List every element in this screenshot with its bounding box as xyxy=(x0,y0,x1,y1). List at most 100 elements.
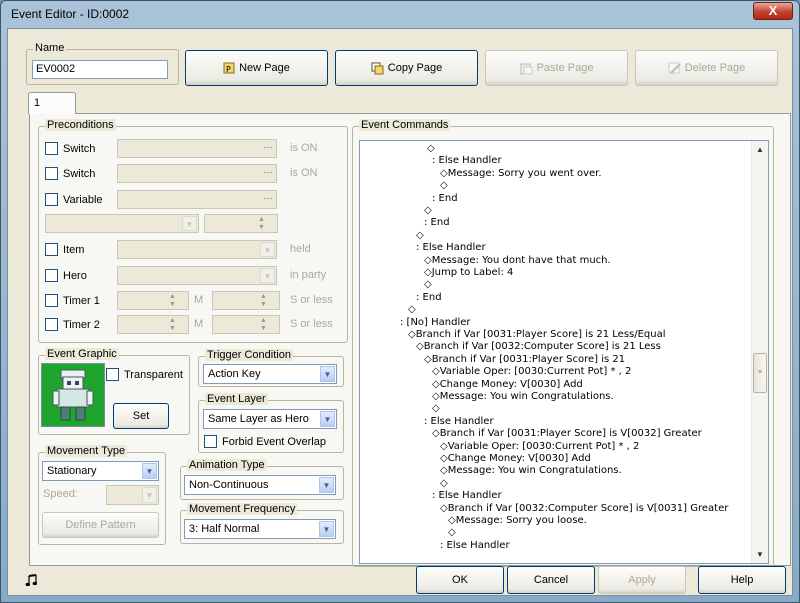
copy-page-button[interactable]: Copy Page xyxy=(335,50,478,86)
variable-compare-select[interactable]: ▼ xyxy=(45,214,199,233)
timer2-checkbox[interactable]: Timer 2 xyxy=(45,318,100,331)
item-select[interactable]: ▼ xyxy=(117,240,277,259)
event-commands-list[interactable]: ◇: Else Handler ◇Message: Sorry you went … xyxy=(359,140,769,564)
command-line[interactable]: ◇Branch if Var [0031:Player Score] is 21 xyxy=(424,354,625,366)
help-button[interactable]: Help xyxy=(698,566,786,594)
delete-page-button[interactable]: Delete Page xyxy=(635,50,778,86)
event-sprite-preview[interactable] xyxy=(41,363,105,427)
event-name-input[interactable]: EV0002 xyxy=(32,60,168,79)
command-line[interactable]: ◇Message: You win Congratulations. xyxy=(440,465,622,477)
command-line[interactable]: ◇Message: You dont have that much. xyxy=(424,255,611,267)
command-line[interactable]: : [No] Handler xyxy=(400,317,471,329)
event-editor-window: Event Editor - ID:0002 X Name EV0002 P N… xyxy=(0,0,800,603)
spinner-icon[interactable]: ▲ ▼ xyxy=(258,293,269,308)
switch1-checkbox[interactable]: Switch xyxy=(45,142,95,155)
timer1-checkbox[interactable]: Timer 1 xyxy=(45,294,100,307)
command-line[interactable]: ◇Message: You win Congratulations. xyxy=(432,391,614,403)
command-line[interactable]: ◇Branch if Var [0031:Player Score] is V[… xyxy=(432,428,702,440)
title-bar[interactable]: Event Editor - ID:0002 X xyxy=(1,1,799,27)
spinner-icon[interactable]: ▲ ▼ xyxy=(167,317,178,332)
timer2-seconds[interactable]: ▲ ▼ xyxy=(212,315,280,334)
command-line[interactable]: ◇ xyxy=(432,403,440,415)
command-line[interactable]: ◇Branch if Var [0032:Computer Score] is … xyxy=(416,341,661,353)
command-line[interactable]: ◇ xyxy=(408,304,416,316)
movement-type-select[interactable]: Stationary ▼ xyxy=(42,461,159,481)
speed-label: Speed: xyxy=(43,488,78,500)
name-label: Name xyxy=(33,42,67,54)
command-line[interactable]: ◇ xyxy=(424,205,432,217)
trigger-condition-select[interactable]: Action Key ▼ xyxy=(203,364,337,384)
command-line[interactable]: ◇Variable Oper: [0030:Current Pot] * , 2 xyxy=(440,441,639,453)
movement-frequency-select[interactable]: 3: Half Normal ▼ xyxy=(184,519,336,539)
hero-select[interactable]: ▼ xyxy=(117,266,277,285)
item-label: Item xyxy=(63,243,85,256)
new-page-button[interactable]: P New Page xyxy=(185,50,328,86)
set-graphic-button[interactable]: Set xyxy=(113,403,169,429)
music-note-icon[interactable] xyxy=(25,574,39,588)
chevron-down-icon: ▼ xyxy=(320,366,335,382)
event-graphic-label: Event Graphic xyxy=(45,348,119,360)
checkbox-box xyxy=(45,269,58,282)
spinner-icon[interactable]: ▲ ▼ xyxy=(258,317,269,332)
timer2-minutes[interactable]: ▲ ▼ xyxy=(117,315,189,334)
command-line[interactable]: ◇Branch if Var [0032:Computer Score] is … xyxy=(440,503,728,515)
command-line[interactable]: ◇ xyxy=(440,180,448,192)
variable-field[interactable]: ··· xyxy=(117,190,277,209)
command-line[interactable]: : End xyxy=(416,292,442,304)
item-checkbox[interactable]: Item xyxy=(45,243,84,256)
command-line[interactable]: : Else Handler xyxy=(432,155,502,167)
command-line[interactable]: ◇ xyxy=(427,143,435,155)
command-line[interactable]: : Else Handler xyxy=(432,490,502,502)
event-layer-select[interactable]: Same Layer as Hero ▼ xyxy=(203,409,337,429)
variable-checkbox[interactable]: Variable xyxy=(45,193,103,206)
command-line[interactable]: : Else Handler xyxy=(440,540,510,552)
switch1-field[interactable]: ··· xyxy=(117,139,277,158)
define-pattern-button[interactable]: Define Pattern xyxy=(42,512,159,538)
ok-button[interactable]: OK xyxy=(416,566,504,594)
command-line[interactable]: ◇ xyxy=(448,527,456,539)
hero-checkbox[interactable]: Hero xyxy=(45,269,87,282)
tab-page-1[interactable]: 1 xyxy=(28,92,76,114)
variable-value-input[interactable]: ▲ ▼ xyxy=(204,214,278,233)
switch1-label: Switch xyxy=(63,142,96,155)
scroll-thumb[interactable]: ≡ xyxy=(753,353,767,393)
command-line[interactable]: ◇Branch if Var [0031:Player Score] is 21… xyxy=(408,329,666,341)
command-line[interactable]: ◇ xyxy=(424,279,432,291)
timer1-minutes[interactable]: ▲ ▼ xyxy=(117,291,189,310)
apply-button[interactable]: Apply xyxy=(598,566,686,594)
speed-select[interactable]: ▼ xyxy=(106,485,159,505)
animation-type-select[interactable]: Non-Continuous ▼ xyxy=(184,475,336,495)
switch2-field[interactable]: ··· xyxy=(117,164,277,183)
command-line[interactable]: ◇ xyxy=(440,478,448,490)
paste-page-button[interactable]: Paste Page xyxy=(485,50,628,86)
switch2-checkbox[interactable]: Switch xyxy=(45,167,95,180)
command-line[interactable]: : End xyxy=(432,193,458,205)
movement-type-value: Stationary xyxy=(47,465,97,477)
command-line[interactable]: ◇ xyxy=(416,230,424,242)
commands-scrollbar[interactable]: ▲ ≡ ▼ xyxy=(751,141,768,563)
checkbox-box xyxy=(45,167,58,180)
command-line[interactable]: ◇Change Money: V[0030] Add xyxy=(432,379,583,391)
command-line[interactable]: ◇Message: Sorry you loose. xyxy=(448,515,587,527)
scroll-down-icon[interactable]: ▼ xyxy=(752,546,768,563)
command-line[interactable]: ◇Jump to Label: 4 xyxy=(424,267,513,279)
forbid-overlap-checkbox[interactable]: Forbid Event Overlap xyxy=(204,435,326,448)
spinner-icon[interactable]: ▲ ▼ xyxy=(256,216,267,231)
command-line[interactable]: : Else Handler xyxy=(424,416,494,428)
command-line[interactable]: : Else Handler xyxy=(416,242,486,254)
command-line[interactable]: ◇Change Money: V[0030] Add xyxy=(440,453,591,465)
command-line[interactable]: ◇Message: Sorry you went over. xyxy=(440,168,602,180)
transparent-checkbox[interactable]: Transparent xyxy=(106,368,183,381)
timer2-suffix: S or less xyxy=(290,318,333,330)
ellipsis-icon: ··· xyxy=(263,142,273,152)
timer1-seconds[interactable]: ▲ ▼ xyxy=(212,291,280,310)
movement-frequency-value: 3: Half Normal xyxy=(189,523,260,535)
command-line[interactable]: ◇Variable Oper: [0030:Current Pot] * , 2 xyxy=(432,366,631,378)
spinner-icon[interactable]: ▲ ▼ xyxy=(167,293,178,308)
transparent-label: Transparent xyxy=(124,368,183,381)
scroll-up-icon[interactable]: ▲ xyxy=(752,141,768,158)
command-line[interactable]: : End xyxy=(424,217,450,229)
dialog-client: Name EV0002 P New Page Copy Page Paste P… xyxy=(7,28,793,596)
close-button[interactable]: X xyxy=(753,2,793,20)
cancel-button[interactable]: Cancel xyxy=(507,566,595,594)
